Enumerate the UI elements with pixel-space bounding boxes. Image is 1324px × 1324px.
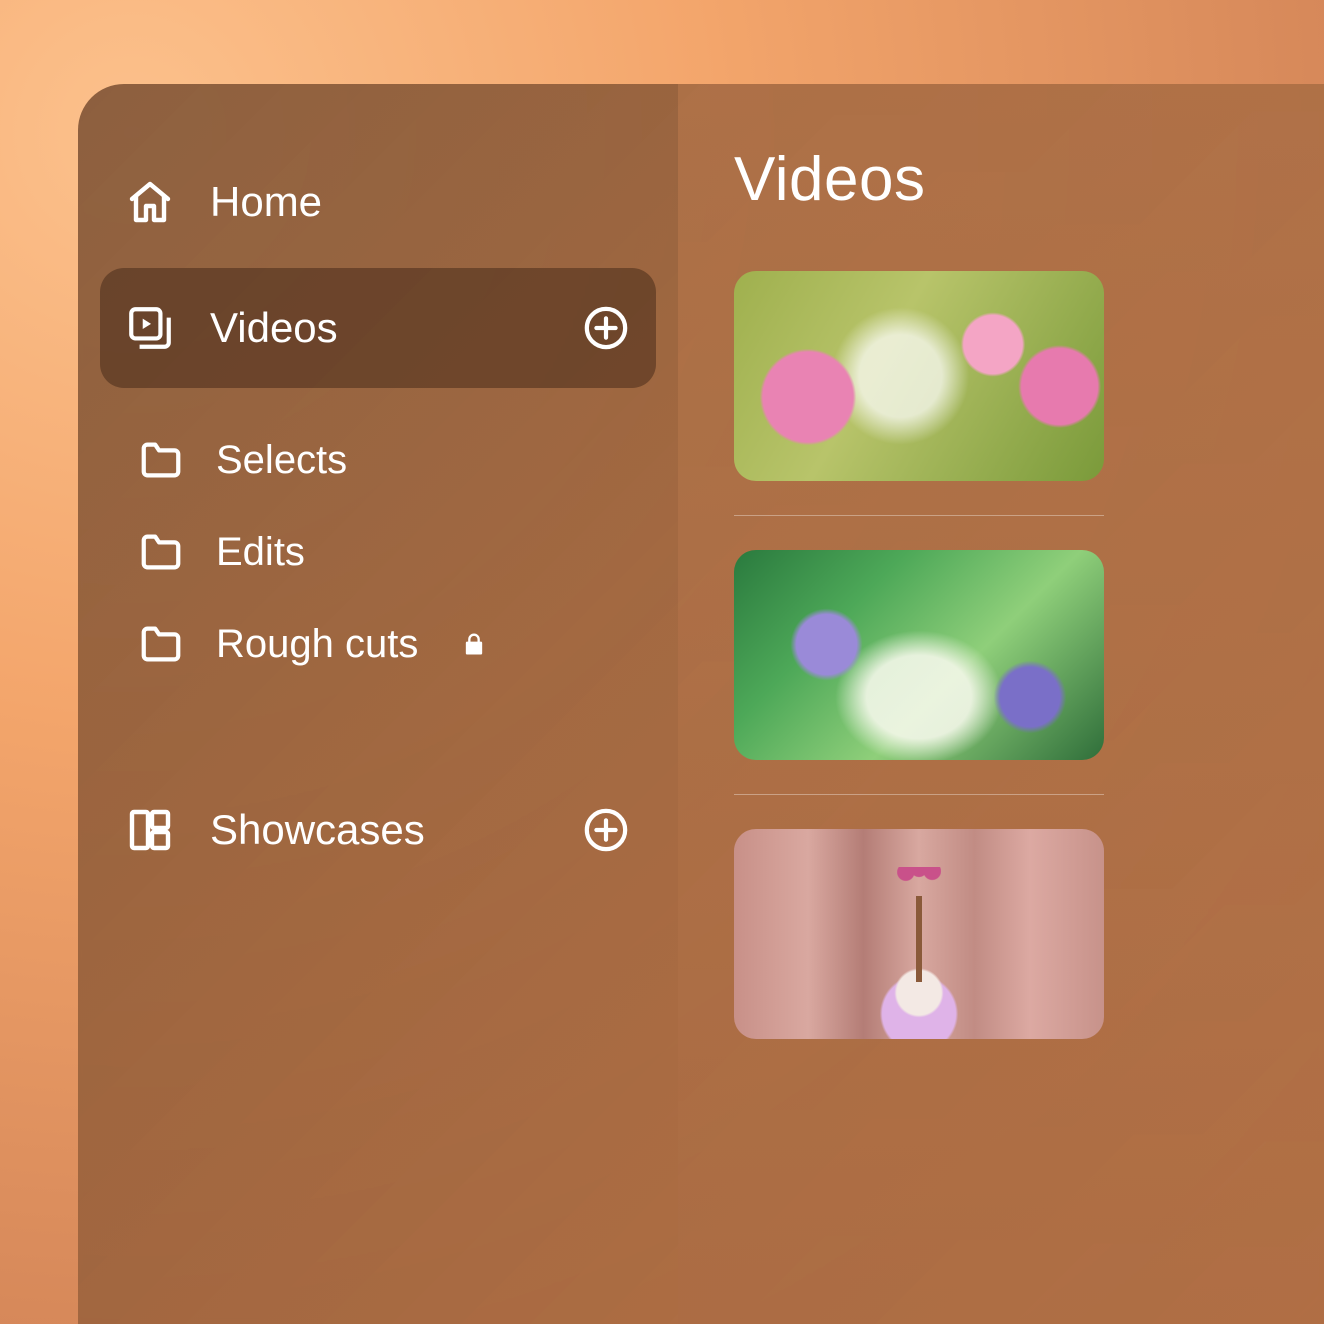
main-content: Videos (678, 84, 1324, 1324)
grid-layout-icon (124, 804, 176, 856)
divider (734, 794, 1104, 795)
folder-label: Selects (216, 438, 347, 483)
sidebar-item-showcases[interactable]: Showcases (78, 782, 678, 878)
video-thumbnail[interactable] (734, 271, 1104, 481)
folder-item-selects[interactable]: Selects (78, 414, 678, 506)
folder-item-rough-cuts[interactable]: Rough cuts (78, 598, 678, 690)
lock-icon (456, 626, 492, 662)
video-thumbnail[interactable] (734, 550, 1104, 760)
folder-label: Edits (216, 530, 305, 575)
sidebar: Home Videos (78, 84, 678, 1324)
app-panel: Home Videos (78, 84, 1324, 1324)
sidebar-item-label: Videos (210, 304, 546, 352)
folder-icon (136, 619, 186, 669)
folder-icon (136, 527, 186, 577)
video-thumbnail-list (734, 271, 1324, 1039)
folder-item-edits[interactable]: Edits (78, 506, 678, 598)
add-video-button[interactable] (580, 302, 632, 354)
sidebar-item-label: Home (210, 178, 632, 226)
sidebar-item-home[interactable]: Home (78, 154, 678, 250)
video-thumbnail[interactable] (734, 829, 1104, 1039)
sidebar-item-videos[interactable]: Videos (100, 268, 656, 388)
sidebar-item-label: Showcases (210, 806, 546, 854)
video-library-icon (124, 302, 176, 354)
divider (734, 515, 1104, 516)
home-icon (124, 176, 176, 228)
folder-icon (136, 435, 186, 485)
folder-label: Rough cuts (216, 622, 418, 667)
add-showcase-button[interactable] (580, 804, 632, 856)
page-title: Videos (734, 144, 1324, 215)
